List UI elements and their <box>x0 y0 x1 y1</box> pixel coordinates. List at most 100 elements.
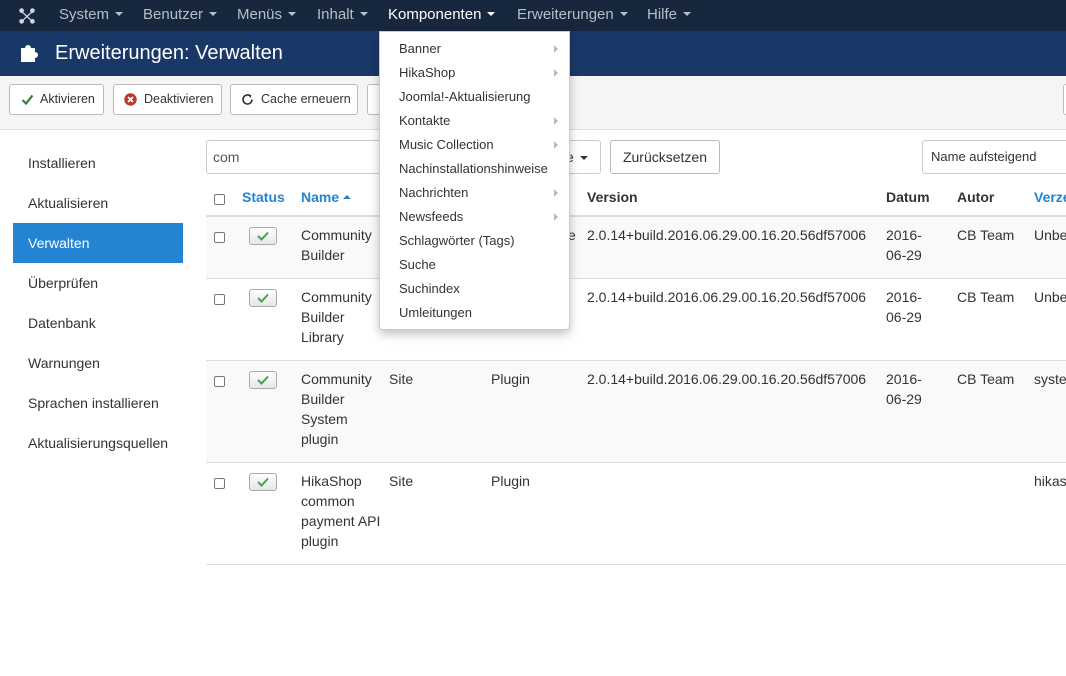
dropdown-item-banner[interactable]: Banner <box>380 37 569 61</box>
dropdown-item-nachrichten[interactable]: Nachrichten <box>380 181 569 205</box>
status-enabled-button[interactable] <box>249 371 277 389</box>
cell-name[interactable]: HikaShop common payment API plugin <box>301 471 381 551</box>
sort-asc-icon <box>343 195 352 199</box>
column-header-name[interactable]: Name <box>301 189 352 205</box>
cell-name[interactable]: Community Builder <box>301 225 381 265</box>
submenu-arrow-icon <box>554 45 558 53</box>
dropdown-item-label: Nachrichten <box>399 185 469 200</box>
cell-author: CB Team <box>957 371 1015 387</box>
caret-down-icon <box>619 12 628 16</box>
dropdown-item-label: Schlagwörter (Tags) <box>399 233 515 248</box>
times-circle-icon <box>124 93 137 106</box>
nav-menu-komponenten[interactable]: Komponenten <box>388 0 496 31</box>
submenu-arrow-icon <box>554 189 558 197</box>
nav-menu-hilfe[interactable]: Hilfe <box>647 0 692 31</box>
cell-name[interactable]: Community Builder System plugin <box>301 369 381 449</box>
column-header-status[interactable]: Status <box>242 189 285 205</box>
cell-date: 2016-06-29 <box>886 371 922 407</box>
nav-menu-label: Hilfe <box>647 6 678 23</box>
caret-down-icon <box>115 12 124 16</box>
nav-menu-label: Komponenten <box>388 6 482 23</box>
column-header-folder[interactable]: Verze <box>1034 189 1066 205</box>
caret-down-icon <box>487 12 496 16</box>
sidebar-item-datenbank[interactable]: Datenbank <box>13 303 183 343</box>
refresh-cache-button[interactable]: Cache erneuern <box>230 84 358 115</box>
nav-menu-benutzer[interactable]: Benutzer <box>143 0 218 31</box>
cell-location: Site <box>389 371 414 387</box>
column-header-author: Autor <box>957 189 995 205</box>
dropdown-item-label: HikaShop <box>399 65 456 80</box>
caret-down-icon <box>359 12 368 16</box>
sidebar-item-installieren[interactable]: Installieren <box>13 143 183 183</box>
dropdown-item-label: Umleitungen <box>399 305 472 320</box>
nav-menu-erweiterungen[interactable]: Erweiterungen <box>517 0 628 31</box>
dropdown-item-umleitungen[interactable]: Umleitungen <box>380 301 569 325</box>
status-enabled-button[interactable] <box>249 473 277 491</box>
dropdown-item-suche[interactable]: Suche <box>380 253 569 277</box>
dropdown-item-label: Music Collection <box>399 137 494 152</box>
cell-folder: hikas <box>1034 473 1066 489</box>
sidebar-item-ueberpruefen[interactable]: Überprüfen <box>13 263 183 303</box>
deactivate-button[interactable]: Deaktivieren <box>113 84 222 115</box>
dropdown-item-label: Kontakte <box>399 113 451 128</box>
cell-type: Plugin <box>491 371 530 387</box>
cell-date: 2016-06-29 <box>886 289 922 325</box>
status-enabled-button[interactable] <box>249 289 277 307</box>
caret-down-icon <box>683 12 692 16</box>
nav-menu-inhalt[interactable]: Inhalt <box>317 0 368 31</box>
nav-menu-label: Benutzer <box>143 6 204 23</box>
nav-menu-label: Menüs <box>237 6 283 23</box>
cell-author: CB Team <box>957 227 1015 243</box>
cell-date: 2016-06-29 <box>886 227 922 263</box>
dropdown-item-kontakte[interactable]: Kontakte <box>380 109 569 133</box>
activate-label: Aktivieren <box>40 92 95 106</box>
caret-down-icon <box>209 12 218 16</box>
sidebar-item-verwalten[interactable]: Verwalten <box>13 223 183 263</box>
dropdown-item-label: Banner <box>399 41 441 56</box>
check-icon <box>257 477 269 487</box>
cell-folder: syste <box>1034 371 1066 387</box>
search-input[interactable]: com <box>206 140 386 174</box>
status-enabled-button[interactable] <box>249 227 277 245</box>
check-icon <box>257 375 269 385</box>
puzzle-icon <box>21 45 38 62</box>
row-checkbox[interactable] <box>214 232 225 243</box>
select-all-checkbox[interactable] <box>214 194 225 205</box>
sort-select[interactable]: Name aufsteigend <box>922 140 1066 174</box>
dropdown-item-joomla-update[interactable]: Joomla!-Aktualisierung <box>380 85 569 109</box>
refresh-cache-label: Cache erneuern <box>261 92 351 106</box>
komponenten-dropdown: Banner HikaShop Joomla!-Aktualisierung K… <box>379 31 570 330</box>
cell-location: Site <box>389 473 414 489</box>
dropdown-item-schlagwoerter[interactable]: Schlagwörter (Tags) <box>380 229 569 253</box>
submenu-arrow-icon <box>554 213 558 221</box>
dropdown-item-music-collection[interactable]: Music Collection <box>380 133 569 157</box>
sidebar-item-sprachen-installieren[interactable]: Sprachen installieren <box>13 383 183 423</box>
dropdown-item-label: Suchindex <box>399 281 460 296</box>
dropdown-item-newsfeeds[interactable]: Newsfeeds <box>380 205 569 229</box>
joomla-logo-icon[interactable] <box>18 7 36 25</box>
page-title: Erweiterungen: Verwalten <box>55 42 283 64</box>
sidebar-item-warnungen[interactable]: Warnungen <box>13 343 183 383</box>
row-checkbox[interactable] <box>214 376 225 387</box>
dropdown-item-label: Newsfeeds <box>399 209 464 224</box>
nav-menu-label: Inhalt <box>317 6 354 23</box>
cell-name[interactable]: Community Builder Library <box>301 287 381 347</box>
nav-menu-menues[interactable]: Menüs <box>237 0 297 31</box>
deactivate-label: Deaktivieren <box>144 92 214 106</box>
row-checkbox[interactable] <box>214 478 225 489</box>
sidebar-item-aktualisierungsquellen[interactable]: Aktualisierungsquellen <box>13 423 183 463</box>
dropdown-item-nachinstallationshinweise[interactable]: Nachinstallationshinweise <box>380 157 569 181</box>
row-checkbox[interactable] <box>214 294 225 305</box>
row-divider <box>206 462 1066 463</box>
nav-menu-label: Erweiterungen <box>517 6 614 23</box>
dropdown-item-suchindex[interactable]: Suchindex <box>380 277 569 301</box>
activate-button[interactable]: Aktivieren <box>9 84 104 115</box>
reset-button[interactable]: Zurücksetzen <box>610 140 720 174</box>
column-header-date: Datum <box>886 189 930 205</box>
nav-menu-system[interactable]: System <box>59 0 124 31</box>
top-navbar: System Benutzer Menüs Inhalt Komponenten… <box>0 0 1066 31</box>
check-icon <box>21 94 34 106</box>
submenu-arrow-icon <box>554 69 558 77</box>
dropdown-item-hikashop[interactable]: HikaShop <box>380 61 569 85</box>
sidebar-item-aktualisieren[interactable]: Aktualisieren <box>13 183 183 223</box>
